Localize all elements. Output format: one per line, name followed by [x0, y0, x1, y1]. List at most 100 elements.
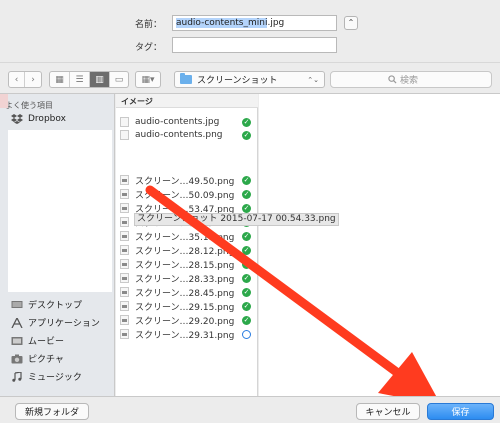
file-name: スクリーン…29.20.png [135, 316, 235, 327]
file-row[interactable]: スクリーン…50.09.png ✓ [116, 188, 258, 201]
checkmark-icon: ✓ [242, 245, 251, 255]
file-name: スクリーン…28.33.png [135, 274, 235, 285]
file-name: スクリーン…49.50.png [135, 176, 235, 187]
sidebar-blank-area [8, 130, 112, 292]
file-row[interactable]: スクリーン…35.19.png ✓ [116, 230, 258, 243]
checkmark-icon: ✓ [242, 287, 251, 297]
file-row[interactable]: スクリーン…29.15.png ✓ [116, 300, 258, 313]
file-thumbnail-icon [120, 231, 129, 241]
coverflow-icon: ▭ [114, 74, 124, 85]
applications-icon [11, 317, 23, 328]
sidebar-item-label: ムービー [28, 337, 65, 347]
location-popup[interactable]: スクリーンショット ⌃⌄ [174, 71, 325, 88]
sidebar-item-music[interactable]: ミュージック [11, 370, 82, 383]
sidebar-highlight [0, 94, 8, 108]
sidebar-item-label: デスクトップ [28, 301, 83, 311]
grid-icon: ▦ [55, 74, 64, 85]
checkmark-icon: ✓ [242, 259, 251, 269]
checkmark-icon: ✓ [242, 130, 251, 140]
filename-field[interactable]: audio-contents_mini.jpg [172, 15, 337, 31]
desktop-icon [11, 300, 23, 308]
movies-icon [11, 336, 23, 345]
updown-arrows-icon: ⌃⌄ [307, 75, 319, 84]
file-thumbnail-icon [120, 315, 129, 325]
file-thumbnail-icon [120, 189, 129, 199]
sync-icon [242, 329, 251, 339]
sidebar: よく使う項目 Dropbox デスクトップ アプリケーション ムービー ピクチャ… [0, 94, 115, 396]
view-icon-button[interactable]: ▦ [50, 72, 70, 87]
file-thumbnail-icon [120, 175, 129, 185]
file-name: スクリーン…28.12.png [135, 246, 235, 257]
sidebar-item-label: ピクチャ [28, 355, 64, 365]
view-list-button[interactable]: ☰ [70, 72, 90, 87]
file-name: audio-contents.jpg [135, 117, 220, 127]
file-name: スクリーン…50.09.png [135, 190, 235, 201]
checkmark-icon: ✓ [242, 273, 251, 283]
file-thumbnail-icon [120, 203, 129, 213]
file-column: イメージ audio-contents.jpg ✓ audio-contents.p… [116, 94, 258, 396]
back-button[interactable]: ‹ [9, 72, 25, 87]
search-placeholder: 検索 [400, 76, 419, 86]
filename-extension: .jpg [267, 18, 285, 28]
bottom-bar: 新規フォルダ キャンセル 保存 [0, 396, 500, 423]
file-name: スクリーン…28.45.png [135, 288, 235, 299]
file-thumbnail-icon [120, 273, 129, 283]
file-row[interactable]: audio-contents.jpg ✓ [116, 116, 258, 128]
checkmark-icon: ✓ [242, 301, 251, 311]
sidebar-item-desktop[interactable]: デスクトップ [11, 298, 82, 311]
dropbox-icon [11, 114, 23, 124]
search-icon [388, 75, 397, 84]
sidebar-item-dropbox[interactable]: Dropbox [11, 114, 66, 124]
file-thumbnail-icon [120, 301, 129, 311]
sidebar-item-label: アプリケーション [28, 319, 100, 329]
file-row[interactable]: スクリーン…49.50.png ✓ [116, 174, 258, 187]
arrange-button[interactable]: ▦▾ [135, 71, 161, 88]
checkmark-icon: ✓ [242, 203, 251, 213]
file-thumbnail-icon [120, 130, 129, 140]
chevron-up-icon: ⌃ [347, 18, 355, 27]
file-row[interactable]: スクリーン…29.20.png ✓ [116, 314, 258, 327]
file-row[interactable]: スクリーン…28.33.png ✓ [116, 272, 258, 285]
checkmark-icon: ✓ [242, 231, 251, 241]
toolbar: ‹ › ▦ ☰ ▥ ▭ ▦▾ スクリーンショット ⌃⌄ 検索 [0, 62, 500, 94]
tags-field[interactable] [172, 37, 337, 53]
arrange-icon: ▦▾ [141, 74, 155, 85]
chevron-left-icon: ‹ [14, 74, 19, 85]
file-row[interactable]: スクリーン…29.31.png [116, 328, 258, 341]
save-button[interactable]: 保存 [427, 403, 494, 420]
name-label: 名前： [134, 20, 162, 30]
checkmark-icon: ✓ [242, 189, 251, 199]
new-folder-button[interactable]: 新規フォルダ [15, 403, 89, 420]
file-thumbnail-icon [120, 329, 129, 339]
file-row[interactable]: スクリーン…28.12.png ✓ [116, 244, 258, 257]
file-row[interactable]: audio-contents.png ✓ [116, 129, 258, 141]
cancel-button[interactable]: キャンセル [356, 403, 420, 420]
file-row[interactable]: スクリーン…28.15.png ✓ [116, 258, 258, 271]
checkmark-icon: ✓ [242, 175, 251, 185]
file-name: スクリーン…29.31.png [135, 330, 235, 341]
file-row[interactable]: スクリーン…28.45.png ✓ [116, 286, 258, 299]
file-thumbnail-icon [120, 117, 129, 127]
view-mode-segment: ▦ ☰ ▥ ▭ [49, 71, 129, 88]
file-name: audio-contents.png [135, 130, 223, 140]
column-header: イメージ [116, 94, 258, 108]
file-name: スクリーン…35.19.png [135, 232, 235, 243]
music-note-icon [12, 371, 22, 382]
file-thumbnail-icon [120, 287, 129, 297]
file-name: スクリーン…28.15.png [135, 260, 235, 271]
columns-icon: ▥ [95, 74, 104, 85]
view-column-button[interactable]: ▥ [90, 72, 110, 87]
sidebar-item-pictures[interactable]: ピクチャ [11, 352, 64, 365]
file-thumbnail-icon [120, 245, 129, 255]
view-coverflow-button[interactable]: ▭ [110, 72, 128, 87]
list-icon: ☰ [75, 74, 84, 85]
save-form: 名前： audio-contents_mini.jpg ⌃ タグ： [0, 0, 500, 62]
expand-button[interactable]: ⌃ [344, 16, 358, 30]
sidebar-item-movies[interactable]: ムービー [11, 334, 64, 347]
checkmark-icon: ✓ [242, 117, 251, 127]
search-field[interactable]: 検索 [330, 71, 492, 88]
location-label: スクリーンショット [197, 76, 278, 86]
filename-tooltip: スクリーンショット 2015-07-17 00.54.33.png [134, 213, 339, 226]
forward-button[interactable]: › [25, 72, 41, 87]
sidebar-item-applications[interactable]: アプリケーション [11, 316, 100, 329]
